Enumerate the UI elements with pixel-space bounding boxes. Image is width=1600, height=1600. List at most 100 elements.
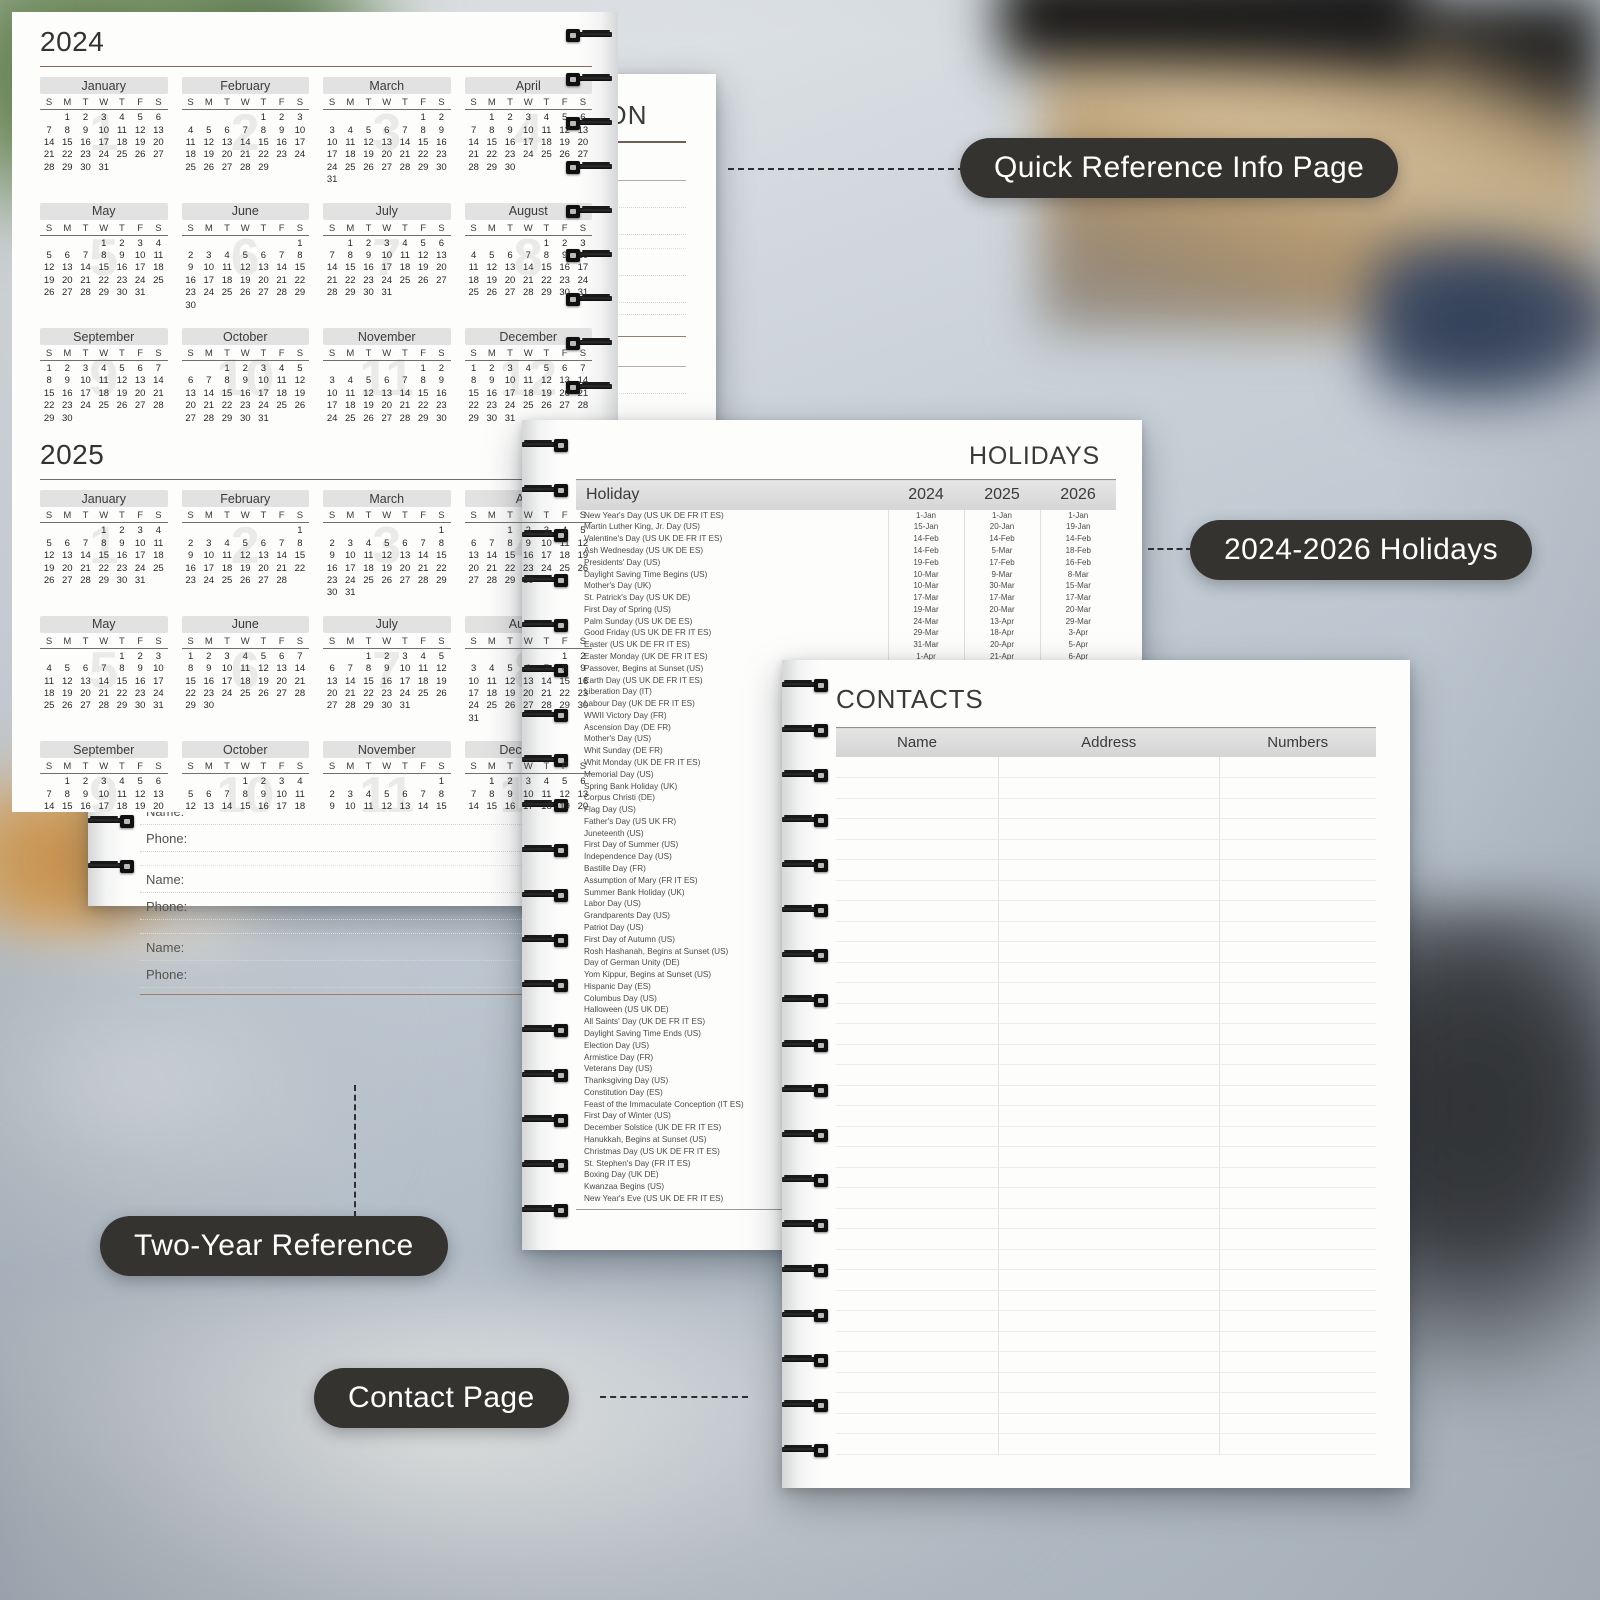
calendar-day[interactable]: 10 xyxy=(341,550,359,562)
contact-cell[interactable] xyxy=(836,1208,998,1229)
calendar-day[interactable]: 26 xyxy=(58,700,76,712)
calendar-day[interactable]: 20 xyxy=(465,563,483,575)
calendar-day[interactable]: 28 xyxy=(95,700,113,712)
calendar-day[interactable]: 2 xyxy=(113,238,131,250)
calendar-day[interactable]: 4 xyxy=(149,238,167,250)
calendar-day[interactable]: 4 xyxy=(341,375,359,387)
contact-cell[interactable] xyxy=(836,880,998,901)
calendar-day[interactable]: 18 xyxy=(149,262,167,274)
calendar-day[interactable]: 1 xyxy=(40,363,58,375)
calendar-day[interactable]: 10 xyxy=(131,250,149,262)
calendar-day[interactable]: 17 xyxy=(254,388,272,400)
calendar-day[interactable]: 23 xyxy=(182,287,200,299)
calendar-day[interactable]: 12 xyxy=(359,388,377,400)
calendar-day[interactable]: 8 xyxy=(182,663,200,675)
calendar-day[interactable]: 11 xyxy=(537,789,555,801)
calendar-day[interactable]: 9 xyxy=(378,663,396,675)
contact-cell[interactable] xyxy=(1218,1433,1376,1455)
calendar-day[interactable]: 21 xyxy=(273,563,291,575)
calendar-day[interactable]: 16 xyxy=(378,676,396,688)
calendar-day[interactable]: 20 xyxy=(556,388,574,400)
calendar-day[interactable]: 1 xyxy=(291,525,309,537)
calendar-day[interactable]: 25 xyxy=(95,400,113,412)
calendar-day[interactable]: 16 xyxy=(483,388,501,400)
calendar-day[interactable]: 17 xyxy=(131,262,149,274)
calendar-day[interactable]: 25 xyxy=(341,413,359,425)
calendar-day[interactable]: 14 xyxy=(396,137,414,149)
calendar-day[interactable]: 9 xyxy=(359,250,377,262)
calendar-day[interactable]: 9 xyxy=(182,262,200,274)
calendar-day[interactable]: 22 xyxy=(501,563,519,575)
contact-cell[interactable] xyxy=(997,1208,1220,1229)
contact-cell[interactable] xyxy=(836,859,998,881)
calendar-day[interactable]: 9 xyxy=(432,375,450,387)
calendar-day[interactable]: 23 xyxy=(432,149,450,161)
calendar-day[interactable]: 5 xyxy=(556,776,574,788)
calendar-day[interactable]: 18 xyxy=(341,400,359,412)
calendar-day[interactable]: 25 xyxy=(273,400,291,412)
calendar-day[interactable]: 3 xyxy=(149,651,167,663)
calendar-day[interactable]: 11 xyxy=(218,550,236,562)
calendar-day[interactable]: 7 xyxy=(273,538,291,550)
calendar-day[interactable]: 18 xyxy=(359,563,377,575)
calendar-day[interactable]: 25 xyxy=(537,149,555,161)
calendar-day[interactable]: 27 xyxy=(378,162,396,174)
calendar-day[interactable]: 3 xyxy=(218,651,236,663)
calendar-day[interactable]: 1 xyxy=(556,651,574,663)
calendar-day[interactable]: 2 xyxy=(556,238,574,250)
calendar-day[interactable]: 4 xyxy=(519,363,537,375)
calendar-day[interactable]: 19 xyxy=(131,137,149,149)
calendar-day[interactable]: 16 xyxy=(359,262,377,274)
calendar-day[interactable]: 20 xyxy=(254,275,272,287)
calendar-day[interactable]: 23 xyxy=(113,563,131,575)
contact-cell[interactable] xyxy=(836,1331,998,1352)
two-year-reference-planner[interactable]: 2024 January 1 S M T W T F S 1 2 3 4 5 6 7 8 9 10 11 12 13 14 15… xyxy=(0,0,628,824)
calendar-day[interactable]: 29 xyxy=(465,413,483,425)
table-row[interactable] xyxy=(836,859,1376,881)
calendar-day[interactable]: 8 xyxy=(254,125,272,137)
contact-cell[interactable] xyxy=(1218,1003,1376,1024)
calendar-day[interactable]: 22 xyxy=(556,688,574,700)
contact-cell[interactable] xyxy=(836,1413,998,1434)
calendar-day[interactable]: 5 xyxy=(200,125,218,137)
contact-cell[interactable] xyxy=(1218,1413,1376,1434)
calendar-day[interactable]: 24 xyxy=(323,413,341,425)
contact-cell[interactable] xyxy=(997,777,1220,799)
table-row[interactable] xyxy=(836,1310,1376,1332)
calendar-day[interactable]: 18 xyxy=(113,137,131,149)
calendar-day[interactable]: 28 xyxy=(465,162,483,174)
calendar-day[interactable]: 15 xyxy=(556,676,574,688)
calendar-day[interactable]: 16 xyxy=(432,137,450,149)
calendar-day[interactable]: 4 xyxy=(537,112,555,124)
contact-cell[interactable] xyxy=(997,859,1220,881)
calendar-day[interactable]: 20 xyxy=(58,563,76,575)
calendar-day[interactable]: 25 xyxy=(556,563,574,575)
contact-cell[interactable] xyxy=(836,900,998,922)
calendar-day[interactable]: 22 xyxy=(537,275,555,287)
calendar-day[interactable]: 20 xyxy=(218,149,236,161)
calendar-day[interactable]: 12 xyxy=(113,375,131,387)
contact-cell[interactable] xyxy=(836,1310,998,1332)
calendar-day[interactable]: 13 xyxy=(58,262,76,274)
calendar-day[interactable]: 9 xyxy=(76,125,94,137)
calendar-day[interactable]: 30 xyxy=(323,587,341,599)
calendar-day[interactable]: 3 xyxy=(200,538,218,550)
calendar-day[interactable]: 28 xyxy=(396,162,414,174)
calendar-day[interactable]: 30 xyxy=(236,413,254,425)
calendar-day[interactable]: 16 xyxy=(182,275,200,287)
contact-cell[interactable] xyxy=(997,1269,1220,1291)
calendar-day[interactable]: 16 xyxy=(58,388,76,400)
calendar-day[interactable]: 17 xyxy=(76,388,94,400)
calendar-day[interactable]: 17 xyxy=(273,801,291,812)
calendar-day[interactable]: 31 xyxy=(95,162,113,174)
calendar-day[interactable]: 10 xyxy=(378,250,396,262)
calendar-day[interactable]: 19 xyxy=(414,262,432,274)
table-row[interactable] xyxy=(836,1433,1376,1455)
contact-cell[interactable] xyxy=(836,1269,998,1291)
contact-cell[interactable] xyxy=(997,839,1220,860)
calendar-day[interactable]: 10 xyxy=(519,125,537,137)
calendar-day[interactable]: 8 xyxy=(537,250,555,262)
calendar-day[interactable]: 6 xyxy=(182,375,200,387)
calendar-day[interactable]: 13 xyxy=(182,388,200,400)
calendar-day[interactable]: 16 xyxy=(254,801,272,812)
